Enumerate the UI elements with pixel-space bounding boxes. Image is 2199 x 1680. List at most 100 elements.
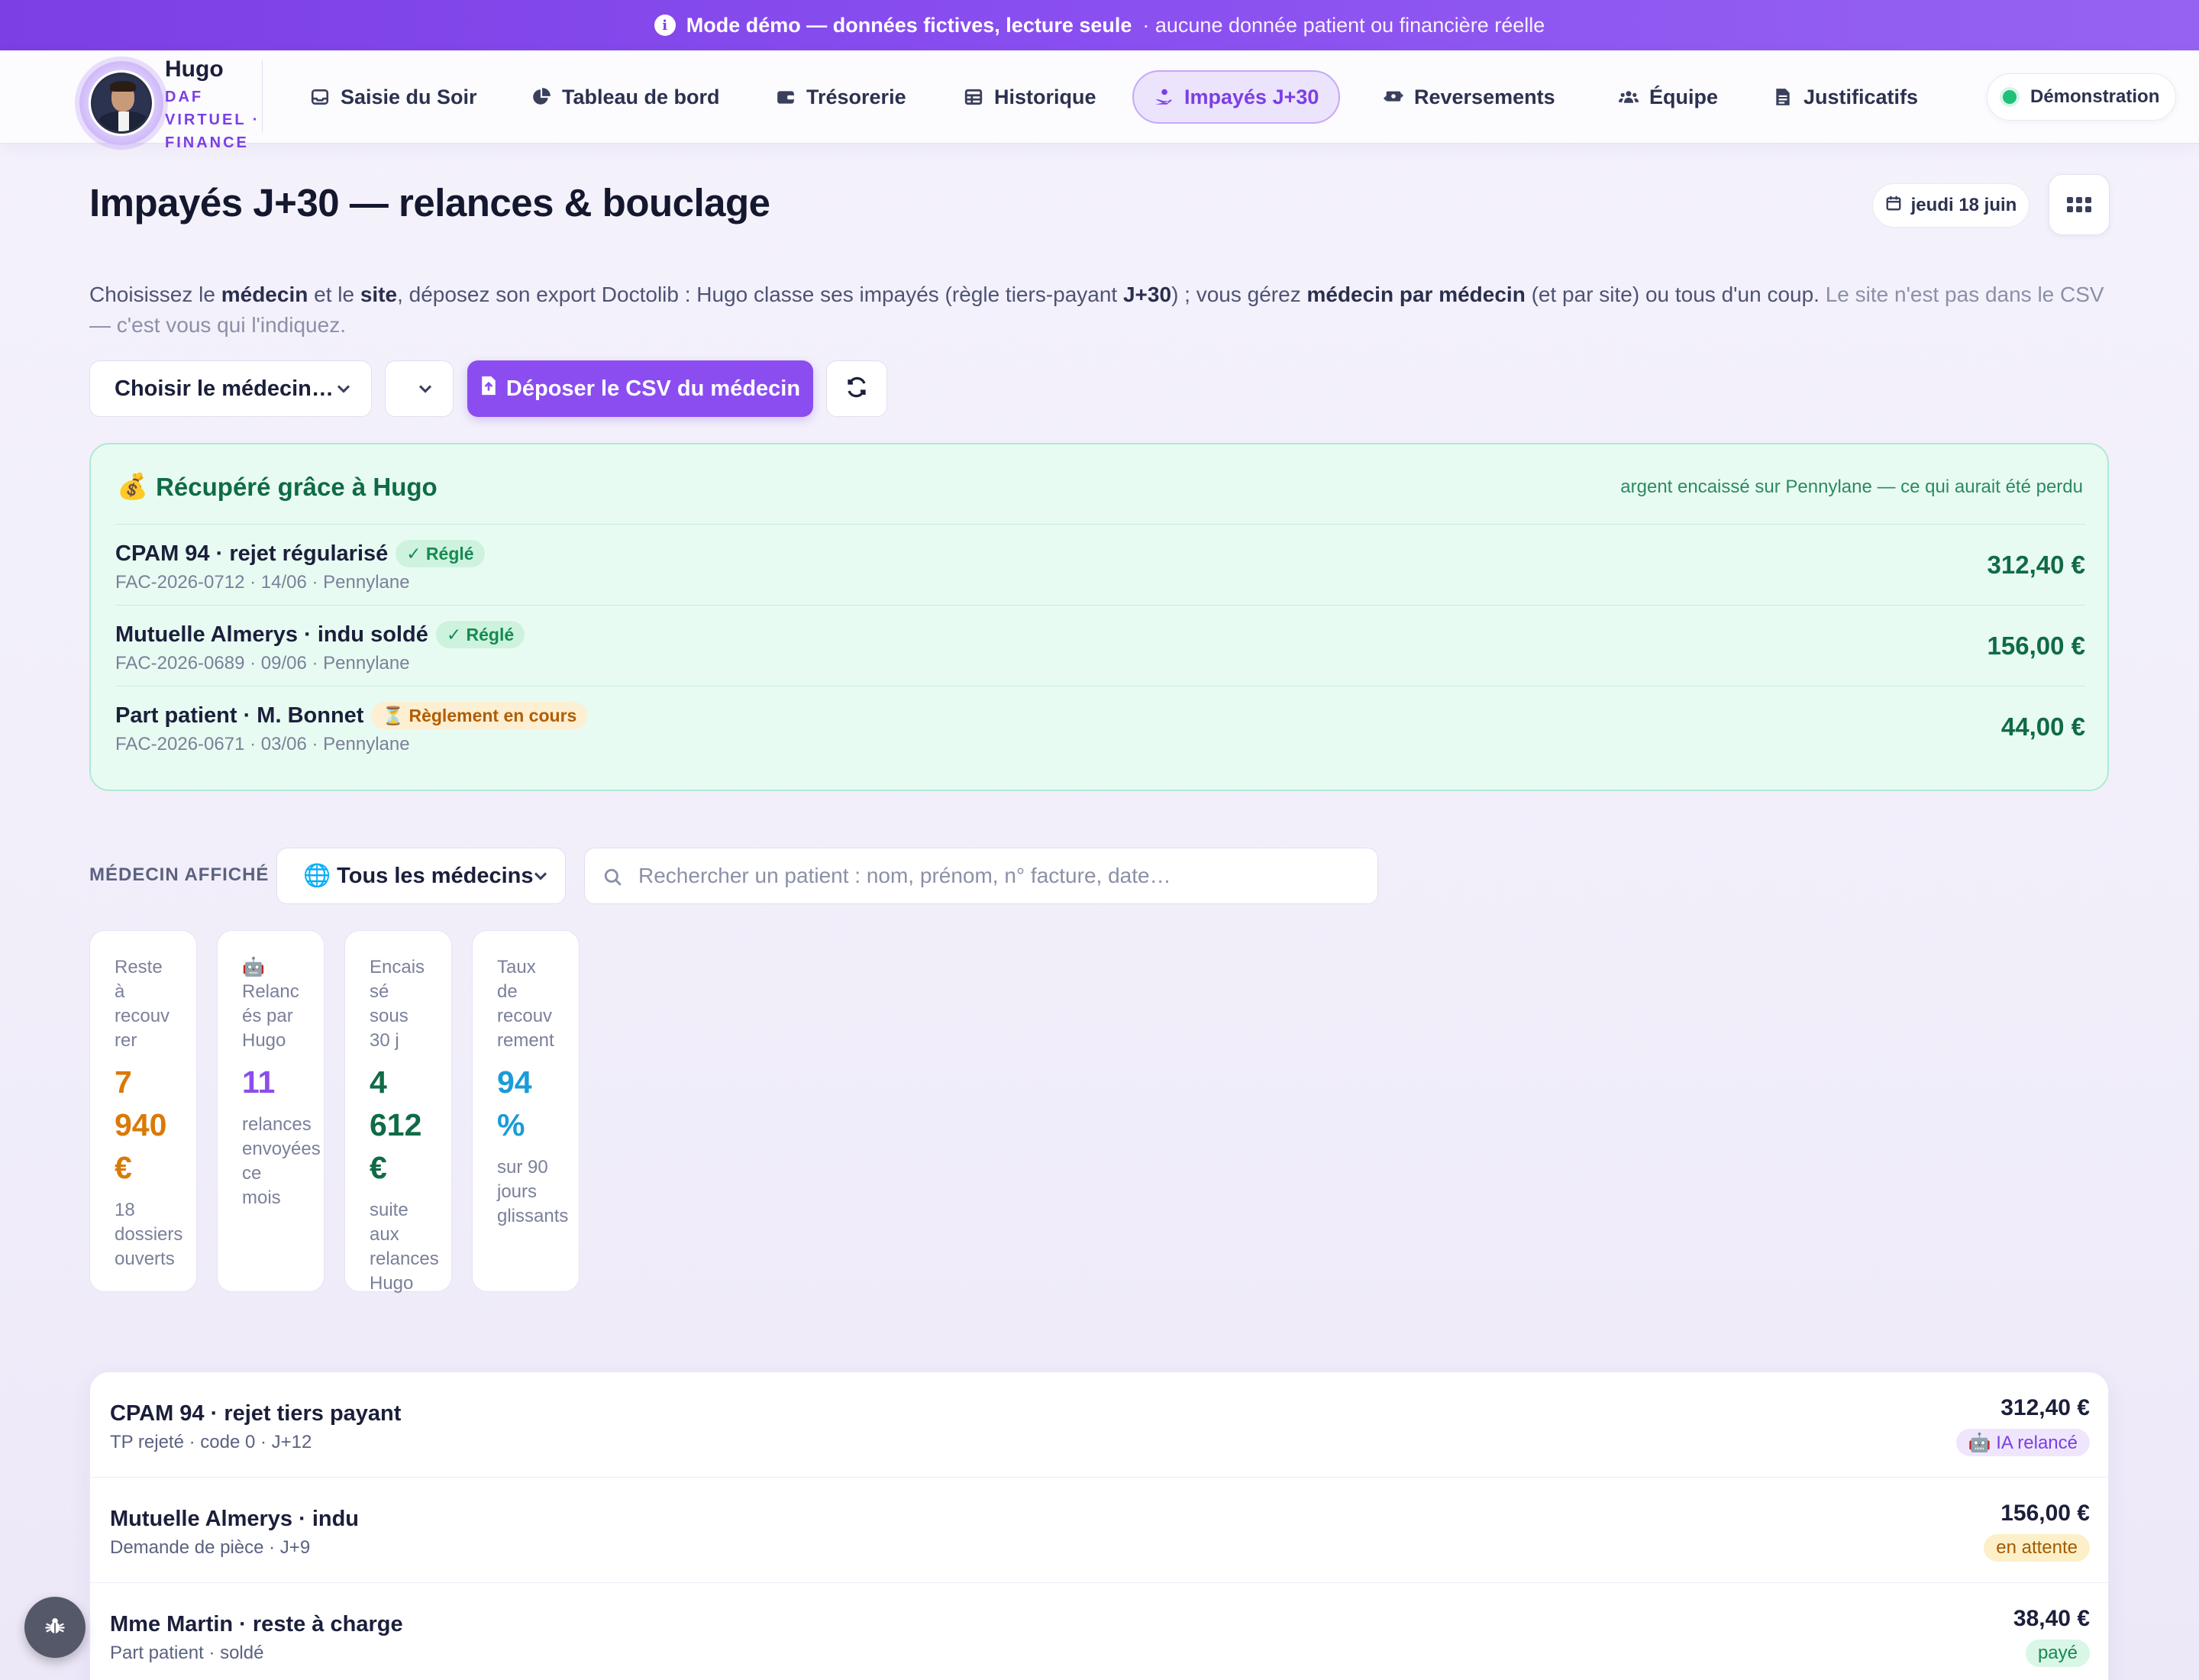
nav-item-saisie-du-soir[interactable]: Saisie du Soir (290, 70, 497, 124)
list-item-sub: Part patient · soldé (110, 1643, 264, 1663)
nav-label: Équipe (1649, 85, 1719, 108)
list-item[interactable]: Mme Martin · reste à charge Part patient… (90, 1583, 2110, 1680)
upload-csv-label: Déposer le CSV du médecin (505, 376, 801, 401)
recovered-row-sub: FAC-2026-0689 · 09/06 · Pennylane (115, 653, 410, 674)
document-icon (1773, 87, 1793, 107)
kpi-sub: 18 dossiers ouverts (115, 1200, 183, 1269)
money-bag-icon: 💰 (117, 472, 149, 500)
pie-chart-icon (531, 87, 551, 107)
status-badge: ✓ Réglé (435, 621, 525, 648)
kpi-label: 🤖 Relancés par Hugo (242, 957, 299, 1051)
intro-text: Choisissez le médecin et le site, dépose… (89, 283, 2104, 337)
demo-banner: i Mode démo — données fictives, lecture … (0, 0, 2199, 50)
kpi-label: Taux de recouvrement (497, 957, 554, 1051)
status-badge: ✓ Réglé (396, 540, 485, 567)
kpi-sub: suite aux relances Hugo (370, 1200, 439, 1294)
status-badge: en attente (1984, 1534, 2090, 1562)
list-item-title: Mutuelle Almerys · indu (110, 1507, 360, 1531)
nav-item-justificatifs[interactable]: Justificatifs (1753, 70, 1938, 124)
calendar-icon (1885, 195, 1902, 217)
chevron-down-icon (415, 378, 436, 399)
date-pill[interactable]: jeudi 18 juin (1872, 183, 2029, 228)
wallet-icon (776, 87, 796, 107)
nav-label: Trésorerie (806, 85, 906, 108)
status-badge: payé (2025, 1640, 2090, 1667)
brand-name: Hugo (165, 57, 224, 82)
kpi-label: Reste à recouvrer (115, 957, 170, 1051)
file-upload-icon (480, 375, 497, 402)
nav-item-historique[interactable]: Historique (944, 70, 1116, 124)
list-item[interactable]: Mutuelle Almerys · indu Demande de pièce… (90, 1478, 2110, 1583)
demo-mode-pill[interactable]: Démonstration (1987, 73, 2176, 121)
chevron-down-icon (333, 378, 354, 399)
recovered-row[interactable]: Mutuelle Almerys · indu soldé ✓ Réglé FA… (115, 605, 2085, 686)
recovered-title: 💰 Récupéré grâce à Hugo (117, 472, 438, 501)
nav-item-impayes-j30[interactable]: Impayés J+30 (1132, 70, 1341, 124)
kpi-card-encaisse: Encaissé sous 30 j 4 612 € suite aux rel… (344, 930, 452, 1294)
recovered-row[interactable]: Part patient · M. Bonnet ⏳ Règlement en … (115, 686, 2085, 767)
site-select[interactable] (385, 360, 454, 417)
kpi-sub: relances envoyées ce mois (242, 1114, 321, 1208)
nav-item-reversements[interactable]: Reversements (1364, 70, 1575, 124)
nav-label: Saisie du Soir (341, 85, 477, 108)
hand-coins-icon (1154, 87, 1174, 107)
recovered-row-sub: FAC-2026-0671 · 03/06 · Pennylane (115, 734, 410, 754)
refresh-button[interactable] (826, 360, 887, 417)
nav-label: Tableau de bord (562, 85, 720, 108)
nav-item-tableau-de-bord[interactable]: Tableau de bord (512, 70, 740, 124)
recovered-row[interactable]: CPAM 94 · rejet régularisé ✓ Réglé FAC-2… (115, 524, 2085, 605)
kpi-value: 4 612 € (370, 1065, 422, 1185)
list-item-sub: TP rejeté · code 0 · J+12 (110, 1432, 312, 1452)
recovered-row-sub: FAC-2026-0712 · 14/06 · Pennylane (115, 572, 410, 593)
nav-label: Justificatifs (1803, 85, 1919, 108)
demo-banner-subtitle: · aucune donnée patient ou financière ré… (1142, 13, 1545, 37)
recovered-note: argent encaissé sur Pennylane — ce qui a… (1620, 477, 2083, 497)
upload-csv-button[interactable]: Déposer le CSV du médecin (467, 360, 813, 417)
kpi-label: Encaissé sous 30 j (370, 957, 425, 1051)
list-item-amount: 38,40 € (2013, 1606, 2090, 1631)
status-badge: ⏳ Règlement en cours (371, 702, 588, 729)
status-dot (2003, 90, 2017, 104)
refresh-icon (845, 376, 868, 402)
list-item-title: Mme Martin · reste à charge (110, 1612, 403, 1636)
inbox-icon (310, 87, 330, 107)
filter-label: MÉDECIN AFFICHÉ (89, 864, 270, 885)
list-item-amount: 156,00 € (2000, 1501, 2090, 1526)
recovered-row-title: CPAM 94 · rejet régularisé (115, 541, 389, 566)
unpaid-list: CPAM 94 · rejet tiers payant TP rejeté ·… (89, 1371, 2110, 1680)
info-icon: i (654, 15, 676, 36)
kpi-card-taux: Taux de recouvrement 94 % sur 90 jours g… (472, 930, 580, 1292)
list-item-title: CPAM 94 · rejet tiers payant (110, 1401, 402, 1426)
doctor-select-value: Choisir le médecin… (115, 376, 334, 401)
patient-search[interactable] (584, 848, 1378, 904)
demo-banner-title: Mode démo — données fictives, lecture se… (686, 13, 1132, 37)
recovered-row-title: Part patient · M. Bonnet (115, 703, 364, 728)
list-item[interactable]: CPAM 94 · rejet tiers payant TP rejeté ·… (90, 1372, 2110, 1478)
kpi-sub: sur 90 jours glissants (497, 1157, 569, 1226)
recovered-row-amount: 312,40 € (1987, 551, 2085, 579)
divider (262, 60, 263, 133)
brand[interactable]: Hugo DAF VIRTUEL · FINANCE (76, 57, 260, 151)
kpi-value: 11 (242, 1065, 276, 1100)
list-item-sub: Demande de pièce · J+9 (110, 1537, 311, 1558)
doctor-select[interactable]: Choisir le médecin… (89, 360, 372, 417)
nav-item-equipe[interactable]: Équipe (1599, 70, 1738, 124)
kpi-card-reste-a-recouvrer: Reste à recouvrer 7 940 € 18 dossiers ou… (89, 930, 197, 1292)
nav-label: Impayés J+30 (1184, 85, 1319, 108)
kpi-value: 94 % (497, 1065, 532, 1142)
search-input[interactable] (638, 848, 1364, 903)
nav-label: Historique (994, 85, 1096, 108)
money-transfer-icon (1384, 87, 1403, 107)
table-icon (964, 87, 983, 107)
recovered-row-amount: 44,00 € (2000, 712, 2085, 741)
status-badge: 🤖 IA relancé (1955, 1429, 2090, 1456)
nav-item-tresorerie[interactable]: Trésorerie (756, 70, 926, 124)
date-label: jeudi 18 juin (1910, 195, 2017, 215)
avatar (79, 61, 163, 145)
demo-mode-label: Démonstration (2030, 86, 2160, 107)
recovered-panel: 💰 Récupéré grâce à Hugo argent encaissé … (89, 443, 2109, 791)
kpi-value: 7 940 € (115, 1065, 167, 1185)
debug-button[interactable] (24, 1597, 86, 1658)
apps-grid-button[interactable] (2049, 174, 2110, 235)
doctor-filter-select[interactable]: 🌐 Tous les médecins (276, 848, 566, 904)
